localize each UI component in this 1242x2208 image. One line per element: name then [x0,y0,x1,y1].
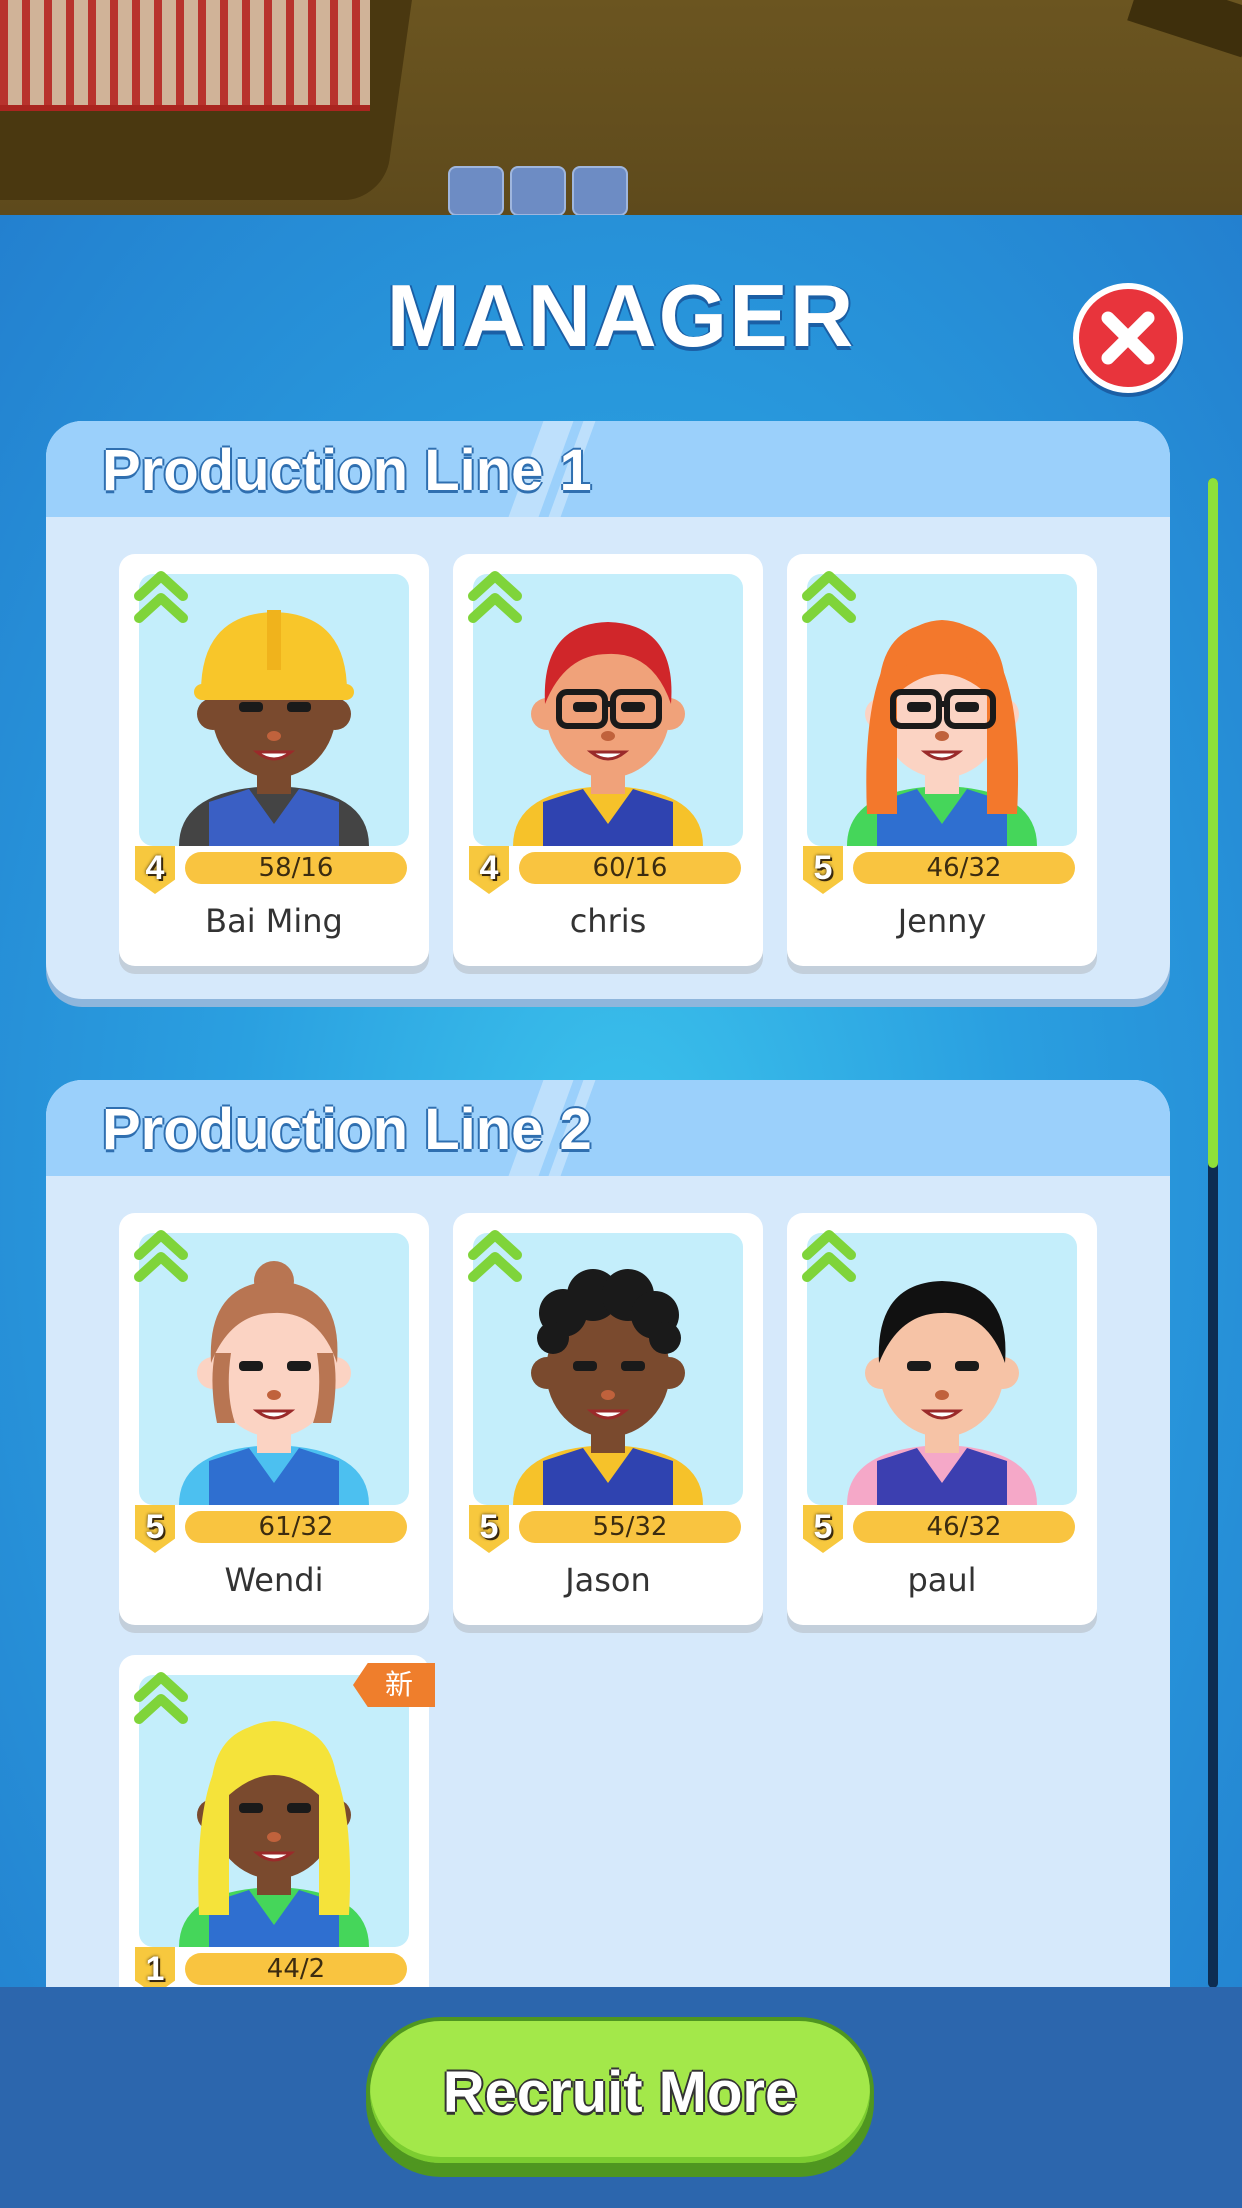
section-header: Production Line 1 [46,421,1170,517]
manager-card[interactable]: 46/32 5 Jenny [787,554,1097,966]
manager-level-badge: 4 [469,846,509,894]
upgrade-arrow-icon [133,1225,189,1289]
close-icon [1101,311,1155,365]
production-line-section: Production Line 1 58/16 4 Bai Ming 60/16… [46,421,1170,999]
upgrade-arrow-icon [467,1225,523,1289]
panel-title: MANAGER [386,266,856,365]
manager-card[interactable]: 55/32 5 Jason [453,1213,763,1625]
manager-level-badge: 5 [803,1505,843,1553]
production-line-section: Production Line 2 61/32 5 Wendi 55/32 5 … [46,1080,1170,1987]
section-header: Production Line 2 [46,1080,1170,1176]
manager-panel: MANAGER Production Line 1 58/16 4 Bai Mi… [0,215,1242,1987]
manager-mini-icon [448,166,504,215]
recruit-more-button[interactable]: Recruit More [366,2017,874,2167]
manager-progress: 46/32 [853,1511,1075,1543]
upgrade-arrow-icon [133,566,189,630]
manager-name: Bai Ming [205,902,343,940]
manager-name: chris [569,902,647,940]
section-title: Production Line 1 [102,438,592,503]
manager-progress: 61/32 [185,1511,407,1543]
upgrade-arrow-icon [801,1225,857,1289]
manager-level-badge: 5 [135,1505,175,1553]
scrollbar-thumb[interactable] [1208,478,1218,1168]
bottom-bar: Recruit More [0,1987,1242,2208]
manager-card[interactable]: 44/2 1 新 [119,1655,435,1987]
manager-level-badge: 4 [135,846,175,894]
manager-level-badge: 1 [135,1947,175,1987]
manager-card[interactable]: 58/16 4 Bai Ming [119,554,429,966]
manager-level-badge: 5 [469,1505,509,1553]
manager-name: Wendi [224,1561,324,1599]
upgrade-arrow-icon [133,1667,189,1731]
manager-progress: 55/32 [519,1511,741,1543]
game-scene-background [0,0,1242,215]
manager-progress: 58/16 [185,852,407,884]
recruit-more-label: Recruit More [442,2059,798,2125]
manager-card[interactable]: 60/16 4 chris [453,554,763,966]
manager-card[interactable]: 61/32 5 Wendi [119,1213,429,1625]
timer-mini-icon [572,166,628,215]
upgrade-arrow-icon [801,566,857,630]
manager-card[interactable]: 46/32 5 paul [787,1213,1097,1625]
scene-fence [0,0,370,111]
manager-name: paul [907,1561,977,1599]
manager-name: Jason [565,1561,651,1599]
manager-level-badge: 5 [803,846,843,894]
new-badge: 新 [353,1663,435,1707]
upgrade-arrow-icon [467,566,523,630]
scene-corner [1127,0,1242,58]
section-title: Production Line 2 [102,1097,592,1162]
close-button[interactable] [1073,283,1183,393]
manager-progress: 60/16 [519,852,741,884]
scene-manager-icons [448,166,628,215]
manager-name: Jenny [897,902,987,940]
manager-progress: 44/2 [185,1953,407,1985]
manager-progress: 46/32 [853,852,1075,884]
manager-mini-icon [510,166,566,215]
